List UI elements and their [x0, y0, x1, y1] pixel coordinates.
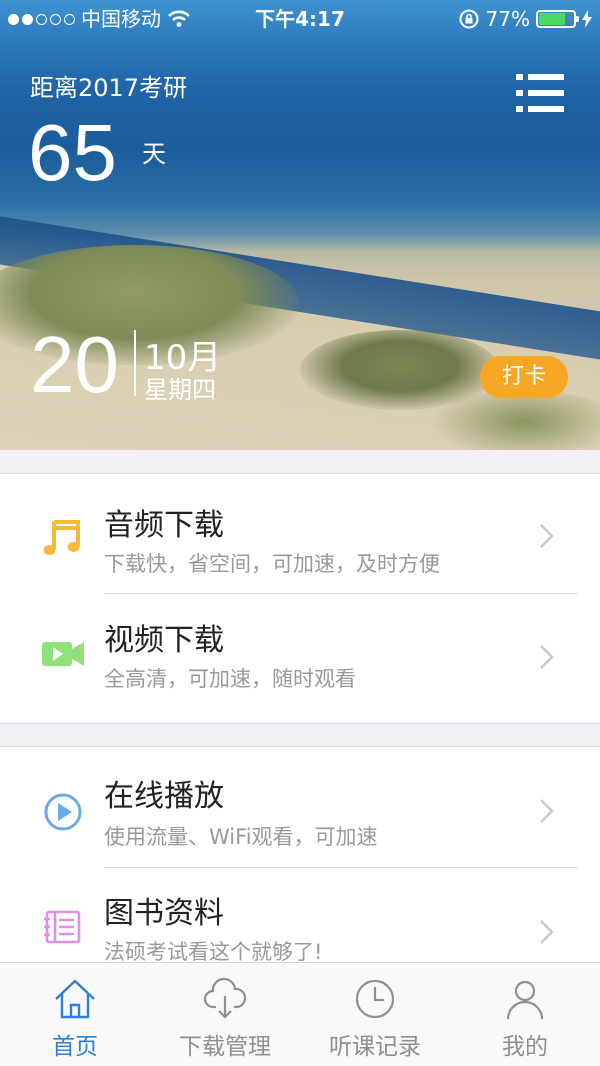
tab-label: 下载管理 — [179, 1034, 271, 1060]
item-title: 音频下载 — [104, 508, 224, 543]
clock-icon — [355, 979, 395, 1019]
tab-download-manager[interactable]: 下载管理 — [150, 963, 300, 1066]
list-item-online-play[interactable]: 在线播放 使用流量、WiFi观看，可加速 — [0, 747, 600, 862]
date-weekday: 星期四 — [144, 376, 216, 404]
user-icon — [506, 980, 544, 1020]
item-subtitle: 使用流量、WiFi观看，可加速 — [104, 825, 378, 849]
tab-label: 我的 — [502, 1034, 548, 1060]
music-note-icon — [43, 520, 80, 555]
status-bar: 中国移动 下午4:17 77% — [0, 0, 600, 38]
chevron-right-icon — [540, 920, 554, 944]
rotation-lock-icon — [459, 9, 479, 29]
cloud-download-icon — [203, 977, 247, 1019]
chevron-right-icon — [540, 524, 554, 548]
countdown-label: 距离2017考研 — [30, 74, 188, 102]
tab-label: 首页 — [52, 1034, 98, 1060]
tab-mine[interactable]: 我的 — [450, 963, 600, 1066]
hero-banner: 中国移动 下午4:17 77% 距离2017考研 65 天 20 10月 星期四… — [0, 0, 600, 450]
divider — [104, 593, 578, 594]
item-title: 视频下载 — [104, 623, 224, 658]
battery-percent: 77% — [485, 7, 530, 31]
video-camera-icon — [42, 642, 84, 666]
list-menu-icon[interactable] — [516, 74, 564, 112]
battery-icon — [536, 10, 579, 28]
content-card: 在线播放 使用流量、WiFi观看，可加速 图书资料 法硕考试看这个就够了! — [0, 746, 600, 964]
countdown-unit: 天 — [142, 140, 166, 168]
tab-home[interactable]: 首页 — [0, 963, 150, 1066]
date-day: 20 — [30, 320, 119, 409]
date-divider — [134, 330, 136, 396]
tab-history[interactable]: 听课记录 — [300, 963, 450, 1066]
item-subtitle: 全高清，可加速，随时观看 — [104, 667, 356, 691]
item-title: 图书资料 — [104, 896, 224, 931]
checkin-button[interactable]: 打卡 — [480, 356, 568, 398]
charging-icon — [582, 10, 592, 28]
chevron-right-icon — [540, 799, 554, 823]
tab-label: 听课记录 — [329, 1034, 421, 1060]
tab-bar: 首页 下载管理 听课记录 我的 — [0, 962, 600, 1066]
chevron-right-icon — [540, 645, 554, 669]
countdown-days: 65 — [28, 108, 117, 197]
item-title: 在线播放 — [104, 779, 224, 814]
list-item-audio-download[interactable]: 音频下载 下载快，省空间，可加速，及时方便 — [0, 474, 600, 589]
list-item-video-download[interactable]: 视频下载 全高清，可加速，随时观看 — [0, 595, 600, 710]
book-icon — [44, 910, 81, 944]
home-icon — [55, 979, 95, 1019]
play-circle-icon — [44, 793, 82, 831]
download-card: 音频下载 下载快，省空间，可加速，及时方便 视频下载 全高清，可加速，随时观看 — [0, 473, 600, 724]
item-subtitle: 下载快，省空间，可加速，及时方便 — [104, 552, 440, 576]
